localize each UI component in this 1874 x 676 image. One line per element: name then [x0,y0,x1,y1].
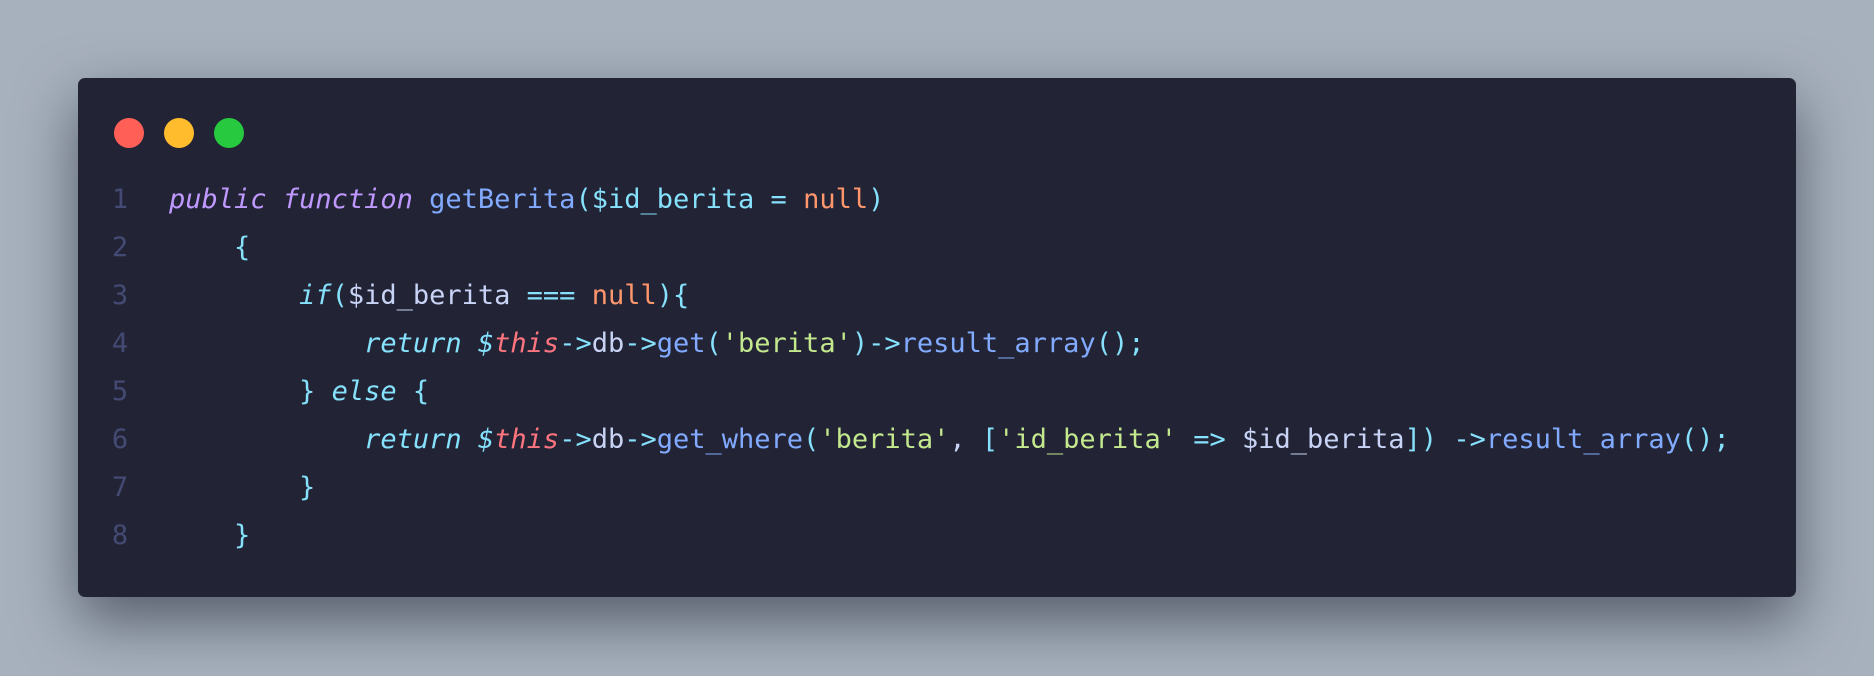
code-token: } [299,472,316,503]
code-token: $ [477,424,495,455]
code-token: ( [705,328,722,359]
code-line: 7 } [78,464,1796,512]
code-token: ) [851,328,869,359]
code-token: 'id_berita' [998,424,1177,455]
code-token: -> [559,424,592,455]
code-token: ( [803,424,820,455]
code-token: ) [868,184,885,215]
code-token: -> [624,328,657,359]
code-token: === [526,280,576,311]
code-token: (); [1680,424,1730,455]
code-text: { [169,224,250,272]
code-token: => [1193,424,1226,455]
code-token: } [299,376,316,407]
code-text: public function getBerita($id_berita = n… [169,176,884,224]
line-number: 2 [111,232,129,263]
code-token: (); [1095,328,1145,359]
code-token: $id_berita [347,280,511,311]
line-number: 8 [111,520,129,551]
code-line: 8 } [78,512,1796,560]
code-token: -> [1453,424,1486,455]
code-token: this [494,328,560,359]
code-token: null [591,280,657,311]
line-number: 1 [111,184,129,215]
code-token: -> [624,424,657,455]
code-token: ( [575,184,592,215]
code-token: } [234,520,251,551]
line-number: 7 [111,472,129,503]
code-line: 2 { [78,224,1796,272]
code-token: = [770,184,787,215]
close-dot-icon[interactable] [114,118,144,148]
code-text: } [169,464,315,512]
code-token: result_array [900,328,1096,359]
minimize-dot-icon[interactable] [164,118,194,148]
code-token: db [591,424,625,455]
code-token: $ [477,328,495,359]
code-token: function [282,184,413,215]
code-token: return [364,424,462,455]
code-line: 6 return $this->db->get_where('berita', … [78,416,1796,464]
code-text: } else { [169,368,429,416]
code-block: 1 public function getBerita($id_berita = … [78,176,1796,560]
code-token: if [299,280,332,311]
code-token: result_array [1485,424,1681,455]
code-line: 3 if($id_berita === null){ [78,272,1796,320]
code-token: get_where [656,424,804,455]
code-line: 1 public function getBerita($id_berita = … [78,176,1796,224]
code-token: { [234,232,251,263]
code-token: public [169,184,267,215]
line-number: 5 [111,376,129,407]
code-line: 5 } else { [78,368,1796,416]
code-token: ){ [656,280,690,311]
code-token: 'berita' [721,328,852,359]
line-number: 4 [111,328,129,359]
code-window: 1 public function getBerita($id_berita = … [78,78,1796,597]
code-token: -> [868,328,901,359]
code-token: else [331,376,397,407]
code-token: , [949,424,982,455]
window-controls [114,118,244,148]
code-token: $id_berita [591,184,755,215]
code-text: return $this->db->get_where('berita', ['… [169,416,1730,464]
code-token: getBerita [429,184,576,215]
code-text: } [169,512,250,560]
code-token: return [364,328,462,359]
code-token: $id_berita [1242,424,1405,455]
code-token: null [803,184,869,215]
code-token: this [494,424,560,455]
code-token: ]) [1404,424,1438,455]
code-token: get [656,328,706,359]
code-text: return $this->db->get('berita')->result_… [169,320,1144,368]
line-number: 6 [111,424,129,455]
line-number: 3 [111,280,129,311]
code-token: -> [559,328,592,359]
code-line: 4 return $this->db->get('berita')->resul… [78,320,1796,368]
code-token: [ [981,424,999,455]
code-token: db [591,328,625,359]
code-text: if($id_berita === null){ [169,272,689,320]
code-token: 'berita' [819,424,950,455]
code-token: { [412,376,430,407]
code-token: ( [331,280,348,311]
maximize-dot-icon[interactable] [214,118,244,148]
